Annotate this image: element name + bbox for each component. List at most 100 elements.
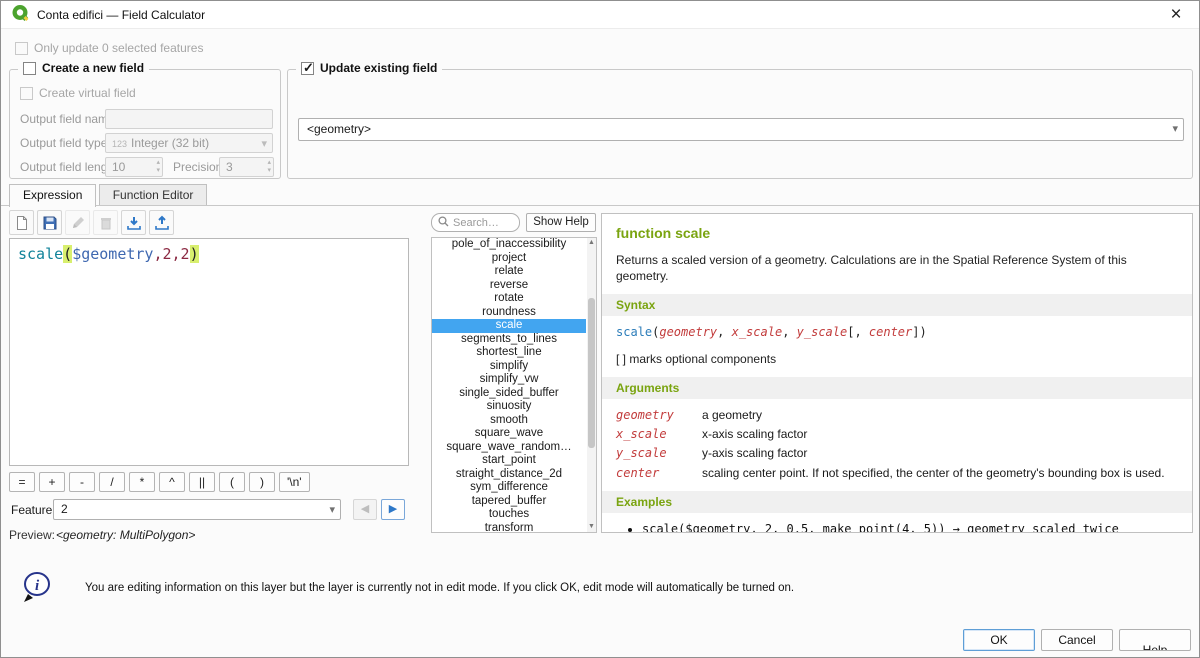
help-button[interactable]: Help: [1119, 629, 1191, 651]
examples-list: scale($geometry, 2, 0.5, make_point(4, 5…: [642, 521, 1178, 533]
import-expression-icon[interactable]: [121, 210, 146, 235]
function-list-item[interactable]: relate: [432, 265, 586, 279]
output-field-length-spinner: 10 ▴▾: [105, 157, 163, 177]
export-expression-icon[interactable]: [149, 210, 174, 235]
operator-button[interactable]: *: [129, 472, 155, 492]
examples-heading: Examples: [602, 491, 1192, 513]
argument-row: y_scaley-axis scaling factor: [616, 445, 1178, 461]
operator-button[interactable]: ||: [189, 472, 215, 492]
precision-value: 3: [226, 160, 233, 174]
expression-token: $geometry: [72, 245, 153, 263]
syntax-part: center: [869, 325, 912, 339]
function-list-item[interactable]: project: [432, 252, 586, 266]
operator-button[interactable]: -: [69, 472, 95, 492]
existing-field-select[interactable]: <geometry> ▾: [298, 118, 1184, 141]
new-expression-icon[interactable]: [9, 210, 34, 235]
tab-function-editor[interactable]: Function Editor: [99, 184, 208, 205]
expression-token: (: [63, 245, 72, 263]
function-list-item[interactable]: smooth: [432, 414, 586, 428]
operator-button[interactable]: ): [249, 472, 275, 492]
argument-description: a geometry: [702, 407, 762, 423]
precision-label: Precision: [173, 160, 222, 174]
operator-button[interactable]: ^: [159, 472, 185, 492]
chevron-down-icon: ▾: [261, 137, 267, 150]
function-list-item[interactable]: shortest_line: [432, 346, 586, 360]
expression-editor[interactable]: scale($geometry,2,2): [9, 238, 409, 466]
titlebar: Conta edifici — Field Calculator ×: [1, 1, 1199, 29]
precision-spinner: 3 ▴▾: [219, 157, 274, 177]
arguments-table: geometrya geometryx_scalex-axis scaling …: [616, 407, 1178, 481]
operator-button[interactable]: +: [39, 472, 65, 492]
operator-button[interactable]: /: [99, 472, 125, 492]
expression-token: ): [190, 245, 199, 263]
operator-button[interactable]: (: [219, 472, 245, 492]
qgis-logo-icon: [11, 4, 29, 25]
ok-button[interactable]: OK: [963, 629, 1035, 651]
cancel-button[interactable]: Cancel: [1041, 629, 1113, 651]
operator-button[interactable]: '\n': [279, 472, 310, 492]
window-title: Conta edifici — Field Calculator: [37, 8, 205, 22]
tab-expression[interactable]: Expression: [9, 184, 96, 207]
show-help-button[interactable]: Show Help: [526, 213, 596, 232]
syntax-part: ,: [717, 325, 731, 339]
checkbox-box: [23, 62, 36, 75]
function-list-item[interactable]: straight_distance_2d: [432, 468, 586, 482]
argument-name: y_scale: [616, 445, 702, 461]
search-input[interactable]: [453, 217, 513, 229]
preview-value: <geometry: MultiPolygon>: [56, 528, 195, 542]
function-list-item[interactable]: scale: [432, 319, 586, 333]
function-help-panel: function scale Returns a scaled version …: [601, 213, 1193, 533]
create-new-field-checkbox[interactable]: Create a new field: [18, 61, 149, 75]
function-list-item[interactable]: sinuosity: [432, 400, 586, 414]
syntax-part: x_scale: [732, 325, 783, 339]
function-list-item[interactable]: touches: [432, 508, 586, 522]
scrollbar-thumb[interactable]: [588, 298, 595, 448]
argument-description: scaling center point. If not specified, …: [702, 465, 1165, 481]
scroll-down-icon[interactable]: ▼: [587, 522, 596, 532]
scroll-up-icon[interactable]: ▲: [587, 238, 596, 248]
output-field-length-label: Output field length: [20, 160, 117, 174]
syntax-part: geometry: [659, 325, 717, 339]
function-list-item[interactable]: transform: [432, 522, 586, 534]
update-existing-field-checkbox[interactable]: Update existing field: [296, 61, 442, 75]
function-list-item[interactable]: tapered_buffer: [432, 495, 586, 509]
spinner-arrows-icon: ▴▾: [267, 159, 271, 175]
function-list-item[interactable]: single_sided_buffer: [432, 387, 586, 401]
function-list-item[interactable]: segments_to_lines: [432, 333, 586, 347]
update-existing-field-group: Update existing field <geometry> ▾: [287, 69, 1193, 179]
function-list-item[interactable]: simplify_vw: [432, 373, 586, 387]
next-feature-button[interactable]: ▶: [381, 499, 405, 520]
create-virtual-field-checkbox: Create virtual field: [20, 86, 136, 100]
function-list-item[interactable]: roundness: [432, 306, 586, 320]
function-list-item[interactable]: reverse: [432, 279, 586, 293]
function-list-item[interactable]: sym_difference: [432, 481, 586, 495]
preview-label: Preview:: [9, 528, 55, 542]
field-type-123-icon: 123: [112, 139, 127, 149]
function-list-scrollbar[interactable]: ▲ ▼: [587, 238, 596, 532]
function-list-item[interactable]: simplify: [432, 360, 586, 374]
function-list-item[interactable]: square_wave: [432, 427, 586, 441]
feature-value: 2: [61, 502, 68, 516]
edit-expression-icon: [65, 210, 90, 235]
feature-select[interactable]: 2 ▾: [53, 499, 341, 520]
argument-row: centerscaling center point. If not speci…: [616, 465, 1178, 481]
argument-description: x-axis scaling factor: [702, 426, 807, 442]
argument-name: geometry: [616, 407, 702, 423]
spinner-arrows-icon: ▴▾: [156, 159, 160, 175]
function-list-item[interactable]: rotate: [432, 292, 586, 306]
checkbox-box: [301, 62, 314, 75]
argument-row: geometrya geometry: [616, 407, 1178, 423]
function-list-item[interactable]: square_wave_random…: [432, 441, 586, 455]
function-list-item[interactable]: start_point: [432, 454, 586, 468]
function-search-box: [431, 213, 520, 232]
function-list-item[interactable]: pole_of_inaccessibility: [432, 238, 586, 252]
function-list[interactable]: pole_of_inaccessibilityprojectrelatereve…: [431, 237, 597, 533]
save-expression-icon[interactable]: [37, 210, 62, 235]
expression-token: ,2,2: [153, 245, 189, 263]
output-field-type-value: Integer (32 bit): [131, 136, 209, 150]
only-update-selected-checkbox: Only update 0 selected features: [15, 41, 203, 55]
syntax-part: ,: [782, 325, 796, 339]
feature-label: Feature: [11, 503, 52, 517]
operator-button[interactable]: =: [9, 472, 35, 492]
close-button[interactable]: ×: [1163, 2, 1189, 28]
